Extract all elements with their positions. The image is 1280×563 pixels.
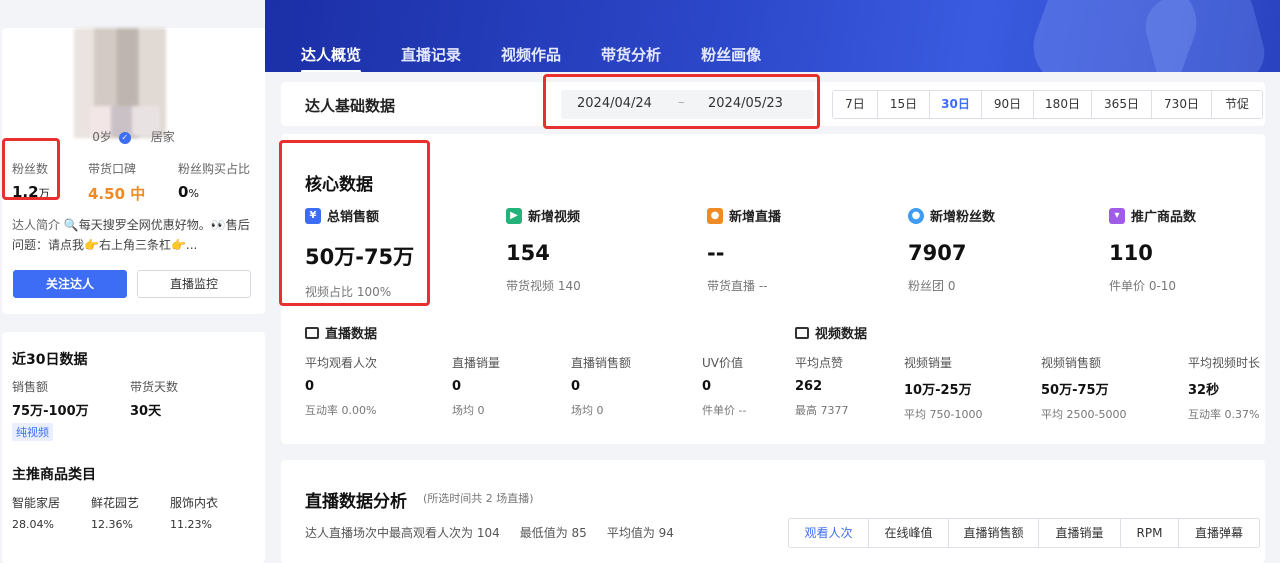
sales-label: 销售额 [12, 380, 49, 394]
category-name: 鲜花园艺 [91, 496, 140, 510]
range-90d[interactable]: 90日 [982, 91, 1034, 118]
live-analysis-title: 直播数据分析 [305, 492, 407, 512]
age-label: 0岁 [92, 130, 112, 144]
highlight-box-fans [2, 138, 60, 200]
rating-value: 4.50 中 [88, 185, 146, 203]
range-365d[interactable]: 365日 [1092, 91, 1152, 118]
category-name: 服饰内衣 [170, 496, 219, 510]
tab-live-sales-volume[interactable]: 直播销量 [1039, 519, 1121, 547]
live-stat: 平均观看人次 0 互动率 0.00% [305, 356, 378, 417]
video-play-icon: ▶ [506, 207, 522, 224]
video-data-heading: 视频数据 [795, 323, 867, 342]
live-analysis-card: 直播数据分析 (所选时间共 2 场直播) 达人直播场次中最高观看人次为 104 … [281, 460, 1265, 563]
metric-value: 154 [506, 241, 550, 265]
tab-live-danmaku[interactable]: 直播弹幕 [1179, 519, 1259, 547]
live-analysis-tabs: 观看人次 在线峰值 直播销售额 直播销量 RPM 直播弹幕 [788, 518, 1260, 548]
tab-live-records[interactable]: 直播记录 [401, 44, 461, 72]
metric-new-fans: ● 新增粉丝数 7907 粉丝团 0 [908, 206, 1108, 294]
category-pct: 28.04% [12, 518, 54, 531]
metric-sub: 件单价 0-10 [1109, 279, 1177, 293]
profile-column: 0岁 ✓ 居家 粉丝数 1.2万 带货口碑 4.50 中 粉丝购买占比 0% 达… [0, 0, 265, 563]
metric-sub: 带货视频 140 [506, 279, 581, 293]
recent-data-card: 近30日数据 销售额 75万-100万 带货天数 30天 纯视频 主推商品类目 … [2, 332, 265, 563]
content-type-tag: 纯视频 [12, 423, 53, 441]
live-screen-icon [305, 326, 319, 339]
shopping-bag-icon: ▾ [1109, 207, 1125, 224]
tab-overview[interactable]: 达人概览 [301, 44, 362, 72]
check-badge-icon: ✓ [118, 131, 131, 144]
live-stream-icon: ● [707, 207, 723, 224]
tab-peak-online[interactable]: 在线峰值 [869, 519, 949, 547]
range-7d[interactable]: 7日 [833, 91, 878, 118]
banner-decoration [1138, 0, 1272, 72]
rating-label: 带货口碑 [88, 162, 137, 176]
range-tabs: 7日 15日 30日 90日 180日 365日 730日 节促 [832, 90, 1263, 119]
category-pct: 11.23% [170, 518, 212, 531]
highlight-box-core [279, 140, 430, 306]
live-stat: 直播销售额 0 场均 0 [571, 356, 632, 417]
metric-value: 7907 [908, 241, 967, 265]
range-730d[interactable]: 730日 [1152, 91, 1212, 118]
user-icon: ● [908, 207, 924, 224]
live-stat: 直播销量 0 场均 0 [452, 356, 501, 417]
rating-stat: 带货口碑 4.50 中 [88, 160, 145, 204]
metric-sub: 带货直播 -- [707, 279, 768, 293]
profile-card: 0岁 ✓ 居家 粉丝数 1.2万 带货口碑 4.50 中 粉丝购买占比 0% 达… [2, 28, 265, 314]
metric-value: -- [707, 241, 725, 265]
video-stat: 视频销量 10万-25万 平均 750-1000 [904, 356, 983, 421]
buy-ratio-label: 粉丝购买占比 [178, 162, 251, 176]
range-festival[interactable]: 节促 [1212, 91, 1262, 118]
range-30d[interactable]: 30日 [930, 91, 982, 118]
live-monitor-button[interactable]: 直播监控 [137, 270, 251, 298]
header-banner: 达人概览 直播记录 视频作品 带货分析 粉丝画像 [265, 0, 1280, 72]
video-stat: 平均视频时长 32秒 互动率 0.37% [1188, 356, 1261, 421]
metric-value: 110 [1109, 241, 1153, 265]
category-label: 居家 [150, 130, 175, 144]
video-stat: 视频销售额 50万-75万 平均 2500-5000 [1041, 356, 1127, 421]
buy-ratio-value: 0% [178, 183, 199, 201]
live-analysis-summary: 达人直播场次中最高观看人次为 104 最低值为 85 平均值为 94 [305, 526, 674, 540]
highlight-box-date [543, 74, 820, 129]
category-title: 主推商品类目 [12, 467, 96, 483]
category-name: 智能家居 [12, 496, 61, 510]
tab-viewers[interactable]: 观看人次 [789, 519, 869, 547]
range-180d[interactable]: 180日 [1034, 91, 1092, 118]
live-analysis-note: (所选时间共 2 场直播) [423, 492, 534, 505]
recent-title: 近30日数据 [12, 352, 88, 368]
metric-sub: 粉丝团 0 [908, 279, 956, 293]
tab-live-sales-amount[interactable]: 直播销售额 [949, 519, 1039, 547]
metric-promo-products: ▾ 推广商品数 110 件单价 0-10 [1109, 206, 1280, 294]
tab-videos[interactable]: 视频作品 [501, 44, 561, 72]
follow-button[interactable]: 关注达人 [13, 270, 127, 298]
tab-rpm[interactable]: RPM [1121, 519, 1179, 547]
days-value: 30天 [130, 404, 162, 419]
video-screen-icon [795, 326, 809, 339]
main-tabs: 达人概览 直播记录 视频作品 带货分析 粉丝画像 [301, 44, 761, 72]
buy-ratio-stat: 粉丝购买占比 0% [178, 160, 250, 201]
range-15d[interactable]: 15日 [878, 91, 930, 118]
live-data-heading: 直播数据 [305, 323, 377, 342]
tab-fan-profile[interactable]: 粉丝画像 [701, 44, 761, 72]
category-pct: 12.36% [91, 518, 133, 531]
sales-value: 75万-100万 [12, 404, 89, 419]
basic-title: 达人基础数据 [305, 97, 396, 115]
days-label: 带货天数 [130, 380, 179, 394]
metric-new-videos: ▶ 新增视频 154 带货视频 140 [506, 206, 706, 294]
tab-sales-analysis[interactable]: 带货分析 [601, 44, 661, 72]
intro-text: 达人简介 🔍每天搜罗全网优惠好物。👀售后问题：请点我👉右上角三条杠👉... [12, 218, 250, 252]
metric-new-lives: ● 新增直播 -- 带货直播 -- [707, 206, 907, 294]
